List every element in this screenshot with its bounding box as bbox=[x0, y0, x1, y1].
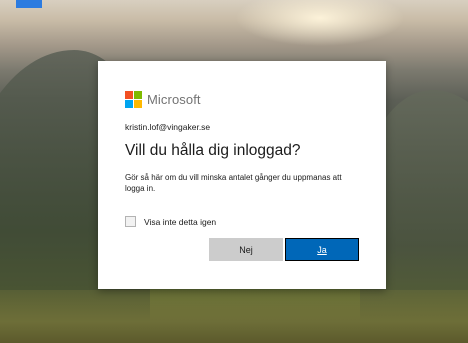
logo-square-green bbox=[134, 91, 142, 99]
page-title: Vill du hålla dig inloggad? bbox=[125, 142, 301, 159]
no-button[interactable]: Nej bbox=[209, 238, 283, 261]
brand-name: Microsoft bbox=[147, 92, 201, 107]
brand-header: Microsoft bbox=[125, 91, 201, 108]
account-email[interactable]: kristin.lof@vingaker.se bbox=[125, 122, 210, 132]
stay-signed-in-dialog: Microsoft kristin.lof@vingaker.se Vill d… bbox=[98, 61, 386, 289]
microsoft-logo-icon bbox=[125, 91, 142, 108]
yes-button[interactable]: Ja bbox=[285, 238, 359, 261]
dont-show-again-label[interactable]: Visa inte detta igen bbox=[144, 217, 216, 227]
sign-in-page: Microsoft kristin.lof@vingaker.se Vill d… bbox=[0, 0, 468, 343]
logo-square-yellow bbox=[134, 100, 142, 108]
prompt-description: Gör så här om du vill minska antalet gån… bbox=[125, 173, 342, 193]
dont-show-again-checkbox[interactable] bbox=[125, 216, 136, 227]
logo-square-blue bbox=[125, 100, 133, 108]
background-ground bbox=[0, 290, 468, 343]
dont-show-again-option[interactable]: Visa inte detta igen bbox=[125, 216, 216, 227]
corner-accent bbox=[16, 0, 42, 8]
logo-square-red bbox=[125, 91, 133, 99]
